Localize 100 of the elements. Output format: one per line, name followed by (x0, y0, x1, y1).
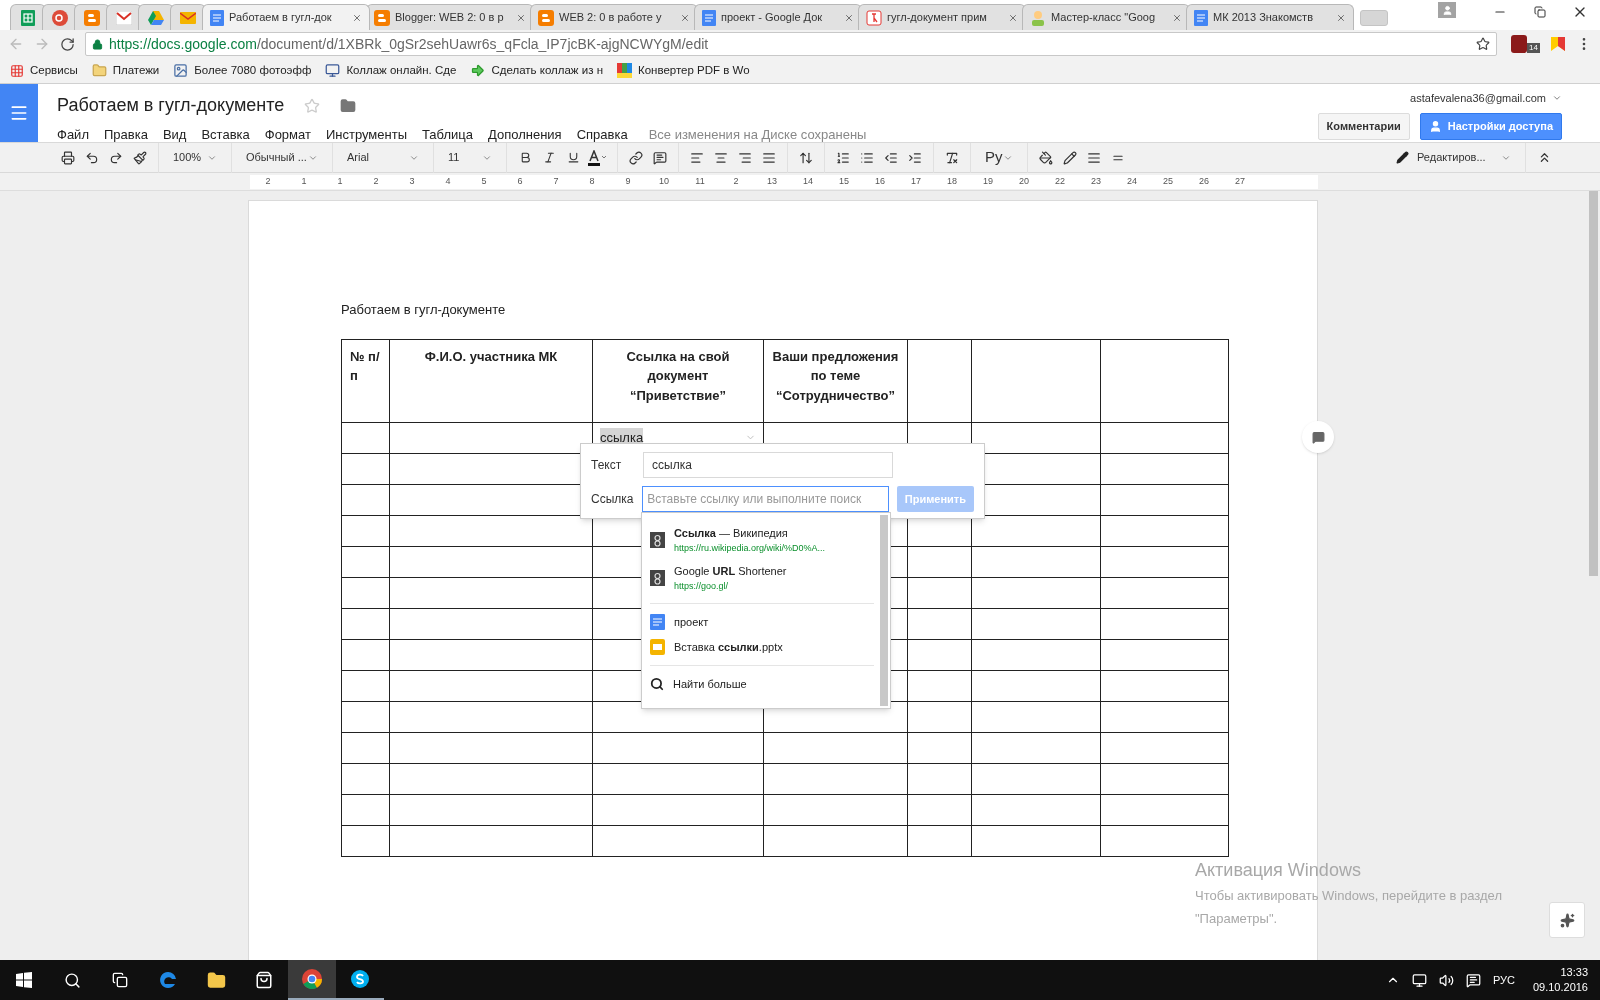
table-cell[interactable] (971, 732, 1101, 763)
table-cell[interactable] (971, 701, 1101, 732)
suggestion-item[interactable]: Вставка ссылки.pptx (650, 634, 874, 659)
table-cell[interactable] (389, 701, 593, 732)
input-tools-dropdown[interactable]: Ру (977, 145, 1021, 170)
table-cell[interactable] (341, 546, 390, 577)
table-cell[interactable] (592, 732, 764, 763)
bookmark-link[interactable]: Сервисы (30, 61, 78, 80)
add-comment-button[interactable] (1302, 421, 1334, 453)
network-icon[interactable] (1411, 972, 1427, 988)
menu-item[interactable]: Вид (162, 125, 187, 145)
menu-item[interactable]: Файл (57, 125, 89, 145)
explore-button[interactable] (1549, 902, 1585, 938)
close-icon[interactable] (844, 12, 854, 23)
table-cell[interactable] (1100, 670, 1229, 701)
menu-item[interactable]: Вставка (201, 125, 250, 145)
table-cell[interactable] (907, 794, 972, 825)
comments-button[interactable]: Комментарии (1317, 112, 1410, 140)
notifications-icon[interactable] (1465, 972, 1481, 988)
zoom-dropdown[interactable]: 100% (165, 145, 225, 170)
table-cell[interactable] (907, 825, 972, 856)
table-cell[interactable] (907, 577, 972, 608)
clock-date[interactable]: 09.10.2016 (1532, 980, 1588, 995)
table-cell[interactable] (341, 484, 390, 515)
table-cell[interactable] (389, 794, 593, 825)
text-field[interactable]: ссылка (643, 452, 893, 478)
language-indicator[interactable]: РУС (1492, 971, 1515, 989)
menu-item[interactable]: Дополнения (488, 125, 562, 145)
browser-tab[interactable]: WEB 2: 0 в работе у (530, 4, 698, 30)
table-cell[interactable] (907, 608, 972, 639)
docs-logo-icon[interactable] (9, 103, 29, 123)
table-cell[interactable] (341, 763, 390, 794)
document-title[interactable]: Работаем в гугл-документе (57, 92, 285, 119)
table-cell[interactable] (341, 577, 390, 608)
table-cell[interactable] (971, 546, 1101, 577)
table-cell[interactable] (907, 701, 972, 732)
table-cell[interactable] (1100, 701, 1229, 732)
table-cell[interactable] (1100, 825, 1229, 856)
bookmark-icon[interactable] (1550, 36, 1566, 52)
table-cell[interactable] (341, 670, 390, 701)
menu-item[interactable]: Справка (576, 125, 628, 145)
bookmark-link[interactable]: Платежи (112, 61, 160, 80)
table-cell[interactable] (1100, 794, 1229, 825)
menu-item[interactable]: Правка (103, 125, 148, 145)
table-cell[interactable] (907, 763, 972, 794)
shield-icon[interactable] (1511, 35, 1528, 53)
table-cell[interactable] (341, 422, 390, 453)
close-icon[interactable] (680, 12, 690, 23)
clock-time[interactable]: 13:33 (1560, 965, 1588, 980)
browser-tab[interactable]: Работаем в гугл-док (202, 4, 370, 30)
table-cell[interactable] (389, 825, 593, 856)
scrollbar[interactable] (880, 515, 888, 706)
table-cell[interactable] (389, 763, 593, 794)
table-cell[interactable] (592, 763, 764, 794)
chrome-button[interactable] (288, 960, 336, 1000)
mode-dropdown[interactable]: Редактиров... (1409, 145, 1519, 170)
suggestion-item[interactable]: Ссылка — Википедия https://ru.wikipedia.org/wiki/%D0%A... (650, 521, 874, 559)
browser-tab[interactable]: МК 2013 Знакомств (1186, 4, 1354, 30)
close-icon[interactable] (1336, 12, 1346, 23)
table-cell[interactable] (341, 794, 390, 825)
table-cell[interactable] (592, 794, 764, 825)
table-cell[interactable] (1100, 639, 1229, 670)
table-cell[interactable] (1100, 577, 1229, 608)
table-cell[interactable] (763, 732, 908, 763)
close-icon[interactable] (1008, 12, 1018, 23)
browser-tab[interactable] (170, 4, 206, 30)
table-cell[interactable] (389, 639, 593, 670)
table-cell[interactable] (907, 639, 972, 670)
bookmark-link[interactable]: Сделать коллаж из н (491, 61, 603, 80)
volume-icon[interactable] (1438, 972, 1454, 988)
table-cell[interactable] (389, 577, 593, 608)
suggestion-item[interactable]: проект (650, 610, 874, 635)
table-cell[interactable] (389, 732, 593, 763)
table-cell[interactable] (341, 453, 390, 484)
table-cell[interactable] (341, 825, 390, 856)
table-cell[interactable] (1100, 515, 1229, 546)
account-email[interactable]: astafevalena36@gmail.com (1410, 90, 1546, 107)
suggestion-item[interactable]: Google URL Shortener https://goo.gl/ (650, 559, 874, 597)
table-cell[interactable] (389, 670, 593, 701)
table-cell[interactable] (341, 608, 390, 639)
table-cell[interactable] (907, 546, 972, 577)
bookmark-link[interactable]: Более 7080 фотоэфф (194, 61, 312, 80)
menu-item[interactable]: Инструменты (325, 125, 407, 145)
table-cell[interactable] (763, 825, 908, 856)
table-cell[interactable] (907, 732, 972, 763)
bookmark-link[interactable]: Коллаж онлайн. Сде (346, 61, 457, 80)
bookmark-link[interactable]: Конвертер PDF в Wo (638, 61, 750, 80)
table-cell[interactable] (971, 794, 1101, 825)
close-icon[interactable] (352, 12, 362, 23)
table-cell[interactable] (1100, 453, 1229, 484)
table-cell[interactable] (341, 639, 390, 670)
close-icon[interactable] (516, 12, 526, 23)
table-cell[interactable] (971, 608, 1101, 639)
font-size-dropdown[interactable]: 11 (440, 145, 500, 170)
table-cell[interactable] (763, 763, 908, 794)
address-field[interactable]: https://docs.google.com/document/d/1XBRk_0gSr2sehUawr6s_qFcla_IP7jcBK-ajgNCWYgM/edit (85, 32, 1498, 56)
menu-item[interactable]: Формат (264, 125, 311, 145)
table-cell[interactable] (341, 732, 390, 763)
table-cell[interactable] (971, 639, 1101, 670)
style-dropdown[interactable]: Обычный ... (238, 145, 326, 170)
